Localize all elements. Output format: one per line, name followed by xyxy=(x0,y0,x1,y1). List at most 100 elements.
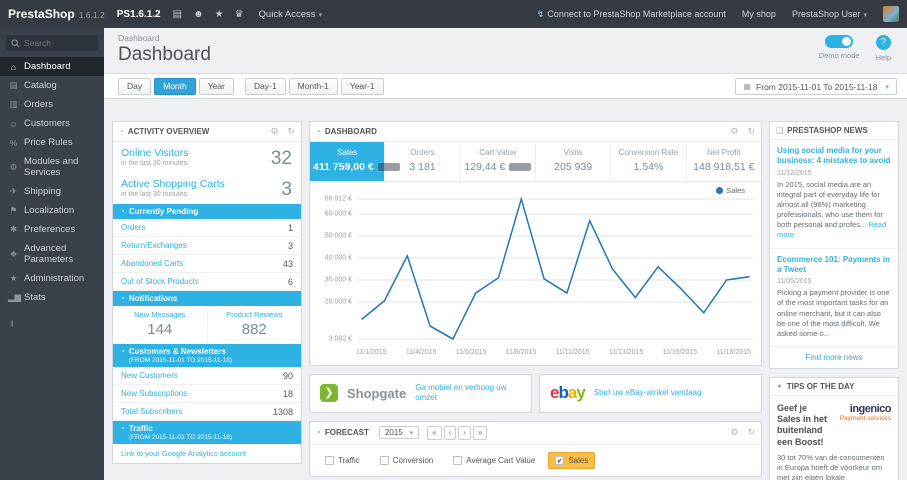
employee-icon[interactable]: ☻ xyxy=(193,9,204,20)
active-carts-link[interactable]: Active Shopping Carts xyxy=(121,178,293,190)
gear-icon[interactable]: ⚙ xyxy=(270,126,278,137)
row-label: Return/Exchanges xyxy=(121,241,187,250)
next-page-button[interactable]: › xyxy=(458,425,471,440)
customers-row-total-subscribers[interactable]: Total Subscribers 1308 xyxy=(113,403,301,421)
gear-icon[interactable]: ⚙ xyxy=(730,427,738,438)
pending-row-orders[interactable]: Orders 1 xyxy=(113,219,301,237)
google-analytics-link[interactable]: Link to your Google Analytics account xyxy=(113,444,301,463)
kpi-row: Sales 411 759,00 € Orders 3 181 Cart Val… xyxy=(310,142,761,182)
trophy-icon[interactable]: ♛ xyxy=(235,9,244,20)
user-menu[interactable]: PrestaShop User ▾ xyxy=(792,9,867,19)
cart-icon[interactable]: ▤ xyxy=(173,9,182,20)
refresh-icon[interactable]: ↻ xyxy=(747,427,755,438)
date-range-picker[interactable]: ▦ From 2015-11-01 To 2015-11-18 ▾ xyxy=(735,78,897,95)
news-article: Ecommerce 101: Payments in a Tweet 11/05… xyxy=(770,249,898,347)
kpi-sales[interactable]: Sales 411 759,00 € xyxy=(310,142,400,181)
sidebar-item-price-rules[interactable]: % Price Rules xyxy=(0,133,104,152)
sidebar-item-shipping[interactable]: ✈ Shipping xyxy=(0,182,104,201)
avatar[interactable] xyxy=(883,6,899,22)
find-more-news-link[interactable]: Find more news xyxy=(770,347,898,368)
help-icon[interactable]: ? xyxy=(875,35,891,50)
section-title-block: Customers & Newsletters (FROM 2015-11-01… xyxy=(129,347,232,364)
sidebar-item-preferences[interactable]: ✱ Preferences xyxy=(0,220,104,239)
new-messages-cell[interactable]: New Messages 144 xyxy=(113,306,207,344)
customers-row-new-subscriptions[interactable]: New Subscriptions 18 xyxy=(113,385,301,403)
refresh-icon[interactable]: ↻ xyxy=(287,126,295,137)
ebay-logo: ebay xyxy=(550,383,586,403)
dashboard-panel-title: DASHBOARD xyxy=(324,127,377,136)
my-shop-link[interactable]: My shop xyxy=(742,9,776,19)
sidebar-item-stats[interactable]: ▂▆ Stats xyxy=(0,288,104,307)
gear-icon[interactable]: ⚙ xyxy=(730,126,738,137)
sales-chart: 66 912 €60 000 €50 000 €40 000 €30 000 €… xyxy=(310,182,761,346)
search-icon xyxy=(11,38,20,47)
shopgate-name: Shopgate xyxy=(347,385,407,401)
article-title-link[interactable]: Using social media for your business: 4 … xyxy=(777,146,891,167)
sidebar-search xyxy=(6,35,98,51)
toggle-average-cart-value[interactable]: Average Cart Value xyxy=(446,452,542,469)
prev-page-button[interactable]: ‹ xyxy=(443,425,457,440)
forecast-year-select[interactable]: 2015 ▾ xyxy=(378,426,420,440)
chart-legend[interactable]: Sales xyxy=(716,186,745,195)
sidebar-item-catalog[interactable]: ▤ Catalog xyxy=(0,76,104,95)
customers-row-new-customers[interactable]: New Customers 90 xyxy=(113,367,301,385)
sidebar-item-administration[interactable]: ★ Administration xyxy=(0,269,104,288)
kpi-cart-value[interactable]: Cart Value 129,44 € xyxy=(461,142,536,181)
marketplace-link[interactable]: ↯ Connect to PrestaShop Marketplace accou… xyxy=(537,9,726,20)
article-title-link[interactable]: Ecommerce 101: Payments in a Tweet xyxy=(777,255,891,276)
kpi-visits[interactable]: Visits 205 939 xyxy=(536,142,612,181)
x-tick: 11/6/2015 xyxy=(455,349,487,356)
kpi-label: Sales xyxy=(337,148,358,157)
notifications-grid: New Messages 144 Product Reviews 882 xyxy=(113,306,301,344)
toggle-traffic[interactable]: Traffic xyxy=(318,452,367,469)
first-page-button[interactable]: « xyxy=(427,425,442,440)
period-year-1-button[interactable]: Year-1 xyxy=(340,77,384,95)
sidebar-item-customers[interactable]: ☺ Customers xyxy=(0,114,104,133)
prestashop-logo[interactable]: PrestaShop 1.6.1.2 xyxy=(8,7,105,21)
ebay-promo[interactable]: ebay Start uw eBay-winkel vandaag xyxy=(539,374,762,413)
toggle-conversion[interactable]: Conversion xyxy=(373,452,440,469)
shopgate-promo[interactable]: ❯ Shopgate Ga mobiel en verhoog uw omzet xyxy=(309,374,532,413)
period-day-button[interactable]: Day xyxy=(118,77,152,95)
active-carts-value: 3 xyxy=(281,179,292,200)
pending-row-returns[interactable]: Return/Exchanges 3 xyxy=(113,237,301,255)
kpi-net-profit[interactable]: Net Profit 148 918,51 € xyxy=(687,142,761,181)
sidebar-item-dashboard[interactable]: ⌂ Dashboard xyxy=(0,57,104,76)
brand-name: ingenico xyxy=(849,402,892,415)
period-month-1-button[interactable]: Month-1 xyxy=(288,77,338,95)
period-year-button[interactable]: Year xyxy=(198,77,234,95)
sidebar-item-localization[interactable]: ⚑ Localization xyxy=(0,201,104,220)
demo-mode-toggle[interactable] xyxy=(825,35,854,48)
forecast-panel-title: FORECAST xyxy=(324,428,369,438)
star-icon[interactable]: ★ xyxy=(215,9,224,20)
period-month-button[interactable]: Month xyxy=(154,77,196,95)
refresh-icon[interactable]: ↻ xyxy=(747,126,755,137)
forecast-nav: « ‹ › » xyxy=(427,425,488,440)
sidebar-collapse-toggle[interactable]: ‖ xyxy=(0,307,104,341)
help-label: Help xyxy=(875,53,891,62)
pending-row-out-of-stock[interactable]: Out of Stock Products 6 xyxy=(113,273,301,291)
sidebar-item-modules[interactable]: ⚙ Modules and Services xyxy=(0,152,104,182)
kpi-orders[interactable]: Orders 3 181 xyxy=(385,142,461,181)
online-visitors-link[interactable]: Online Visitors xyxy=(121,147,293,159)
breadcrumb[interactable]: Dashboard xyxy=(118,33,893,43)
quick-access-menu[interactable]: Quick Access ▾ xyxy=(259,9,323,20)
search-input[interactable] xyxy=(24,38,93,48)
kpi-conversion-rate[interactable]: Conversion Rate 1.54% xyxy=(611,142,687,181)
ebay-link[interactable]: Start uw eBay-winkel vandaag xyxy=(594,388,702,398)
sidebar-item-advanced-parameters[interactable]: ❖ Advanced Parameters xyxy=(0,239,104,269)
last-page-button[interactable]: » xyxy=(472,425,488,440)
chart-plot-area[interactable]: Sales xyxy=(358,186,753,344)
kpi-value: 3 181 xyxy=(409,161,436,173)
dashboard-panel: ◔ DASHBOARD ⚙ ↻ Sales 411 759,00 € Order… xyxy=(309,121,762,366)
product-reviews-cell[interactable]: Product Reviews 882 xyxy=(206,306,302,344)
sidebar-item-orders[interactable]: ▥ Orders xyxy=(0,95,104,114)
pending-row-abandoned-carts[interactable]: Abandoned Carts 43 xyxy=(113,255,301,273)
page-header: Dashboard Dashboard Demo mode ? Help xyxy=(104,28,907,73)
toggle-sales[interactable]: ✔ Sales xyxy=(548,451,596,469)
section-title: Customers & Newsletters xyxy=(128,347,226,356)
kpi-label: Visits xyxy=(563,148,583,157)
period-day-1-button[interactable]: Day-1 xyxy=(244,77,286,95)
shopgate-link[interactable]: Ga mobiel en verhoog uw omzet xyxy=(415,383,521,404)
toggle-label: Sales xyxy=(568,455,589,465)
